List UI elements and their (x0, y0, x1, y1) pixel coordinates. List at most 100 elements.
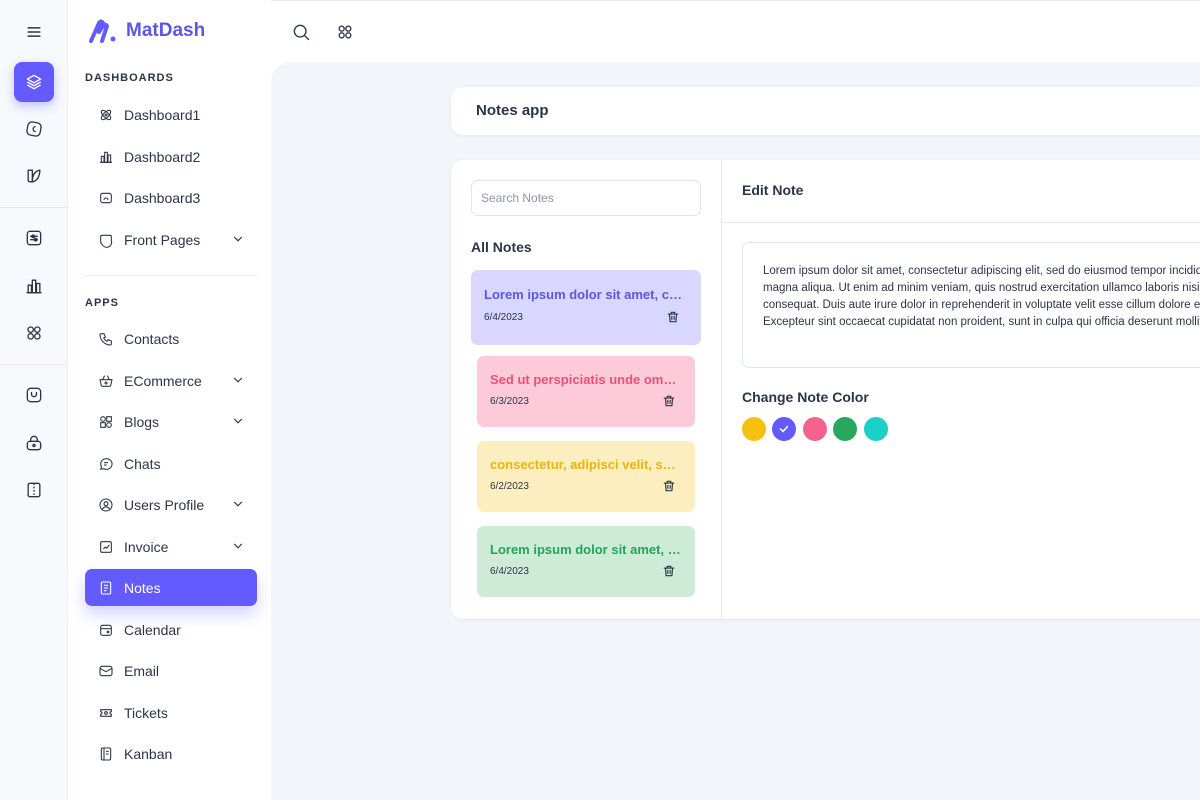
note-date: 6/4/2023 (484, 312, 523, 323)
sidebar-item-label: Invoice (124, 538, 169, 555)
note-date: 6/3/2023 (490, 396, 529, 407)
icon-rail (0, 0, 68, 800)
sidebar-item-label: Calendar (124, 621, 181, 638)
note-title: Sed ut perspiciatis unde omnis iste natu… (490, 372, 682, 387)
note-title: consectetur, adipisci velit, sed quia (490, 457, 682, 472)
editor-line: magna aliqua. Ut enim ad minim veniam, q… (763, 282, 1200, 294)
sidebar-item-label: ECommerce (124, 372, 202, 389)
search-notes-input[interactable] (471, 180, 701, 216)
color-swatch-warning[interactable] (742, 417, 766, 441)
editor-line: consequat. Duis aute irure dolor in repr… (763, 299, 1200, 311)
notebook-icon (97, 745, 115, 763)
sidebar-item-tickets[interactable]: Tickets (85, 694, 257, 731)
sidebar-item-label: Tickets (124, 704, 168, 721)
app-window-icon (97, 231, 115, 249)
color-swatch-primary[interactable] (772, 417, 796, 441)
sidebar-item-label: Kanban (124, 745, 173, 762)
calendar-icon (97, 621, 115, 639)
section-title-dashboards: DASHBOARDS (85, 72, 174, 84)
color-swatch-info[interactable] (864, 417, 888, 441)
rail-divider (0, 207, 68, 208)
sidebar-item-label: Contacts (124, 330, 180, 347)
sidebar-item-label: Blogs (124, 413, 160, 430)
screen-icon (97, 189, 115, 207)
sidebar: MatDash DASHBOARDS Dashboard1 Dashboard2… (68, 0, 271, 800)
trash-icon[interactable] (662, 394, 676, 408)
notes-list-panel: All Notes Lorem ipsum dolor sit amet, co… (451, 160, 722, 619)
note-card[interactable]: consectetur, adipisci velit, sed quia 6/… (477, 441, 695, 512)
user-circle-icon (97, 496, 115, 514)
page-header-card: Notes app (451, 87, 1200, 135)
trash-icon[interactable] (662, 479, 676, 493)
note-date: 6/2/2023 (490, 481, 529, 492)
check-icon (779, 425, 789, 433)
sidebar-item-invoice[interactable]: Invoice (85, 528, 257, 565)
trash-icon[interactable] (662, 564, 676, 578)
rail-divider (0, 364, 68, 365)
editor-line: Lorem ipsum dolor sit amet, consectetur … (763, 265, 1200, 277)
mail-icon (97, 662, 115, 680)
note-card[interactable]: Lorem ipsum dolor sit amet, consectetur … (471, 270, 701, 345)
chevron-down-icon (233, 236, 243, 242)
trash-icon[interactable] (666, 310, 680, 324)
sidebar-divider (85, 275, 257, 276)
chevron-down-icon (233, 377, 243, 383)
sidebar-item-front-pages[interactable]: Front Pages (85, 221, 257, 258)
main-content: Notes app All Notes Lorem ipsum dolor si… (271, 62, 1200, 800)
note-card[interactable]: Sed ut perspiciatis unde omnis iste natu… (477, 356, 695, 427)
color-swatch-success[interactable] (833, 417, 857, 441)
phone-icon (97, 330, 115, 348)
page-title: Notes app (476, 102, 549, 119)
editor-line: Excepteur sint occaecat cupidatat non pr… (763, 316, 1200, 328)
ticket-icon (97, 704, 115, 722)
file-check-icon (97, 538, 115, 556)
sidebar-item-blogs[interactable]: Blogs (85, 403, 257, 440)
chevron-down-icon (233, 418, 243, 424)
apps-icon[interactable] (14, 313, 54, 353)
sidebar-item-notes[interactable]: Notes (85, 569, 257, 606)
note-title: Lorem ipsum dolor sit amet, consectetur (490, 542, 682, 557)
sidebar-item-ecommerce[interactable]: ECommerce (85, 362, 257, 399)
brand-name: MatDash (126, 20, 206, 41)
sidebar-item-label: Chats (124, 455, 161, 472)
sidebar-item-users-profile[interactable]: Users Profile (85, 486, 257, 523)
bar-chart-icon[interactable] (14, 266, 54, 306)
message-icon (97, 455, 115, 473)
grid-coin-icon[interactable] (14, 109, 54, 149)
sidebar-item-chats[interactable]: Chats (85, 445, 257, 482)
sidebar-item-dashboard1[interactable]: Dashboard1 (85, 96, 257, 133)
sidebar-item-dashboard3[interactable]: Dashboard3 (85, 179, 257, 216)
mood-icon[interactable] (14, 375, 54, 415)
apps-grid-icon[interactable] (335, 22, 355, 42)
sidebar-item-label: Dashboard3 (124, 189, 201, 206)
sidebar-item-contacts[interactable]: Contacts (85, 320, 257, 357)
sidebar-item-email[interactable]: Email (85, 652, 257, 689)
sidebar-item-label: Email (124, 662, 160, 679)
section-title-apps: APPS (85, 297, 119, 309)
all-notes-heading: All Notes (471, 239, 532, 255)
sidebar-item-kanban[interactable]: Kanban (85, 735, 257, 772)
chevron-down-icon (233, 501, 243, 507)
sliders-icon[interactable] (14, 218, 54, 258)
color-swatch-error[interactable] (803, 417, 827, 441)
search-icon[interactable] (291, 22, 311, 42)
menu-toggle-icon[interactable] (14, 12, 54, 52)
lock-icon[interactable] (14, 423, 54, 463)
sidebar-item-label: Notes (124, 579, 161, 596)
note-title: Lorem ipsum dolor sit amet, consectetur … (484, 287, 684, 302)
sidebar-item-calendar[interactable]: Calendar (85, 611, 257, 648)
sidebar-item-label: Dashboard2 (124, 148, 201, 165)
leaf-icon[interactable] (14, 156, 54, 196)
note-card[interactable]: Lorem ipsum dolor sit amet, consectetur … (477, 526, 695, 597)
layout-sidebar-icon[interactable] (14, 470, 54, 510)
chevron-down-icon (233, 543, 243, 549)
sidebar-item-label: Front Pages (124, 231, 201, 248)
edit-divider (722, 222, 1200, 223)
sidebar-item-label: Users Profile (124, 496, 205, 513)
sidebar-item-label: Dashboard1 (124, 106, 201, 123)
brand[interactable]: MatDash (88, 16, 205, 46)
note-editor-textarea[interactable]: Lorem ipsum dolor sit amet, consectetur … (742, 242, 1200, 368)
sidebar-item-dashboard2[interactable]: Dashboard2 (85, 138, 257, 175)
layers-icon[interactable] (14, 62, 54, 102)
atom-icon (97, 106, 115, 124)
